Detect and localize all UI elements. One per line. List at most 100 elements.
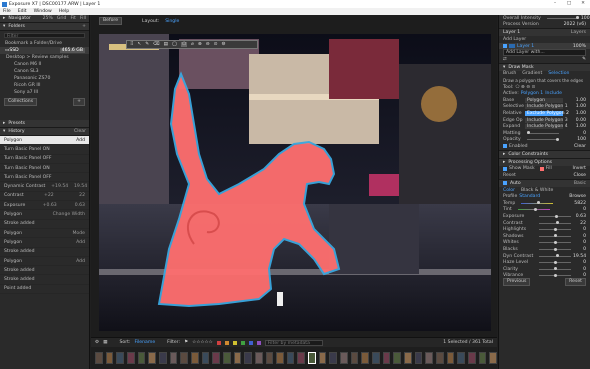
filmstrip-thumbnail[interactable] xyxy=(169,352,178,364)
history-row[interactable]: Turn Basic Panel OFF xyxy=(0,173,89,183)
filmstrip-thumbnail[interactable] xyxy=(190,352,199,364)
filmstrip-thumbnail[interactable] xyxy=(329,352,338,364)
menu-help[interactable]: Help xyxy=(59,9,69,14)
settings-icon[interactable]: ⚙ xyxy=(221,42,225,47)
slider-thumb[interactable] xyxy=(553,260,557,264)
polygon-row[interactable]: Edge Op Include Polygon 3 0.00 xyxy=(499,117,590,124)
folder-item[interactable]: Canon M6 II xyxy=(0,61,89,68)
layer-visible-checkbox[interactable] xyxy=(503,44,507,49)
filmstrip-thumbnail[interactable] xyxy=(308,352,316,364)
filmstrip-thumbnail[interactable] xyxy=(126,352,135,364)
reset-button[interactable]: Reset xyxy=(565,278,586,287)
sort-select[interactable]: Filename xyxy=(134,340,155,345)
slider-thumb[interactable] xyxy=(553,227,557,231)
flag-icon[interactable]: ⚑ xyxy=(184,340,188,345)
menu-file[interactable]: File xyxy=(3,9,11,14)
history-row[interactable]: Stroke added xyxy=(0,275,89,285)
metadata-filter-input[interactable]: Filter by metadata xyxy=(264,339,323,346)
filmstrip-thumbnail[interactable] xyxy=(372,352,380,364)
slider-track[interactable] xyxy=(539,240,571,244)
folder-item[interactable]: Sony a7 III xyxy=(0,89,89,96)
tab-selection[interactable]: Selection xyxy=(548,71,569,76)
color-label-blue[interactable] xyxy=(248,340,253,345)
auto-button[interactable]: Auto xyxy=(510,181,521,186)
history-row[interactable]: Polygon Add xyxy=(0,257,89,267)
filmstrip-thumbnail[interactable] xyxy=(244,352,252,364)
slider-thumb[interactable] xyxy=(554,214,558,218)
slider-track[interactable] xyxy=(539,267,571,271)
history-header[interactable]: ▾ History Clear xyxy=(0,128,89,136)
invert-button[interactable]: Invert xyxy=(572,166,586,171)
history-row[interactable]: Turn Basic Panel OFF xyxy=(0,155,89,164)
history-row[interactable]: Dynamic Contrast +19.54 19.54 xyxy=(0,182,89,192)
draw-mask-header[interactable]: ▾ Draw Mask xyxy=(499,62,590,71)
mode-select[interactable]: Include xyxy=(545,91,562,96)
folder-item[interactable]: Panasonic ZS70 xyxy=(0,75,89,82)
slider-track[interactable] xyxy=(539,254,571,258)
color-label-red[interactable] xyxy=(216,340,221,345)
close-button[interactable]: ✕ xyxy=(576,0,590,8)
slider-track[interactable] xyxy=(539,214,571,218)
presets-header[interactable]: ▸ Presets xyxy=(0,120,89,128)
polygon-row[interactable]: Relative Exclude Polygon 2 1.00 xyxy=(499,110,590,117)
grid-view-icon[interactable]: ▦ xyxy=(103,340,107,345)
show-mask-checkbox[interactable] xyxy=(503,166,507,171)
overall-intensity-row[interactable]: Overall Intensity 100 xyxy=(499,15,590,22)
history-row[interactable]: Polygon Mode xyxy=(0,229,89,239)
nav-zoom[interactable]: 25% xyxy=(43,16,53,21)
slider-thumb[interactable] xyxy=(553,247,557,251)
slider-track[interactable] xyxy=(539,273,571,277)
collections-add-icon[interactable]: + xyxy=(73,98,85,106)
radial-icon[interactable]: ◯ xyxy=(172,42,177,47)
history-row[interactable]: Turn Basic Panel ON xyxy=(0,145,89,155)
slider-row[interactable]: Whites 0 xyxy=(499,240,590,247)
filmstrip-thumbnail[interactable] xyxy=(286,352,295,364)
layers-menu[interactable]: Layers xyxy=(571,30,586,35)
slider-thumb[interactable] xyxy=(553,234,557,238)
polygon-icon[interactable]: ⬠ xyxy=(181,42,188,47)
photo-canvas[interactable] xyxy=(99,34,491,331)
filmstrip-thumbnail[interactable] xyxy=(340,352,348,364)
filmstrip-thumbnail[interactable] xyxy=(425,352,433,364)
pointer-icon[interactable]: ↖ xyxy=(137,42,141,47)
polygon-row[interactable]: Expand Include Polygon 4 1.00 xyxy=(499,123,590,130)
filmstrip-thumbnail[interactable] xyxy=(393,352,402,364)
history-clear-button[interactable]: Clear xyxy=(74,129,86,134)
tab-gradient[interactable]: Gradient xyxy=(522,71,542,76)
gradient-icon[interactable]: ▤ xyxy=(164,42,168,47)
temp-row[interactable]: Temp 5822 xyxy=(499,200,590,207)
basic-header[interactable]: Auto Basic xyxy=(499,178,590,187)
navigator-header[interactable]: ▸ Navigator 25% Grid Fit Fill xyxy=(0,15,89,23)
eraser-icon[interactable]: ⌫ xyxy=(153,42,160,47)
history-row[interactable]: Stroke added xyxy=(0,248,89,257)
filmstrip-thumbnail[interactable] xyxy=(137,352,146,364)
brush-tool-icon[interactable]: ✎ xyxy=(582,57,586,62)
filmstrip-thumbnail[interactable] xyxy=(350,352,359,364)
slider-row[interactable]: Highlights 0 xyxy=(499,226,590,233)
folder-item[interactable]: Canon SL3 xyxy=(0,68,89,75)
drag-handle-icon[interactable]: ⠿ xyxy=(130,42,133,47)
settings-icon[interactable]: ⚙ xyxy=(95,340,99,345)
history-row[interactable]: Polygon Add xyxy=(0,238,89,248)
filmstrip-thumbnail[interactable] xyxy=(254,352,263,364)
slider-thumb[interactable] xyxy=(556,221,560,225)
bookmark-folder[interactable]: Bookmark a Folder/Drive xyxy=(0,40,89,47)
filmstrip-thumbnail[interactable] xyxy=(265,352,274,364)
lasso-icon[interactable]: ⌀ xyxy=(191,42,194,47)
filmstrip-thumbnail[interactable] xyxy=(297,352,306,364)
filmstrip-thumbnail[interactable] xyxy=(233,352,242,364)
history-row[interactable]: Turn Basic Panel ON xyxy=(0,164,89,174)
history-row[interactable]: Stroke added xyxy=(0,220,89,229)
slider-thumb[interactable] xyxy=(556,254,560,258)
layers-header[interactable]: Layer 1 Layers xyxy=(499,28,590,37)
layer-adjust-icon[interactable]: ⇄ xyxy=(503,57,507,62)
opacity-row[interactable]: Opacity 100 xyxy=(499,137,590,144)
slider-row[interactable]: Shadows 0 xyxy=(499,233,590,240)
filmstrip-thumbnail[interactable] xyxy=(212,352,220,364)
layout-select[interactable]: Single xyxy=(165,19,179,24)
color-mode-bw[interactable]: Black & White xyxy=(521,188,553,193)
processing-options-header[interactable]: ▸ Processing Options xyxy=(499,157,590,166)
active-select[interactable]: Polygon 1 xyxy=(521,91,543,96)
color-label-green[interactable] xyxy=(240,340,245,345)
history-row[interactable]: Polygon Add xyxy=(0,136,89,146)
